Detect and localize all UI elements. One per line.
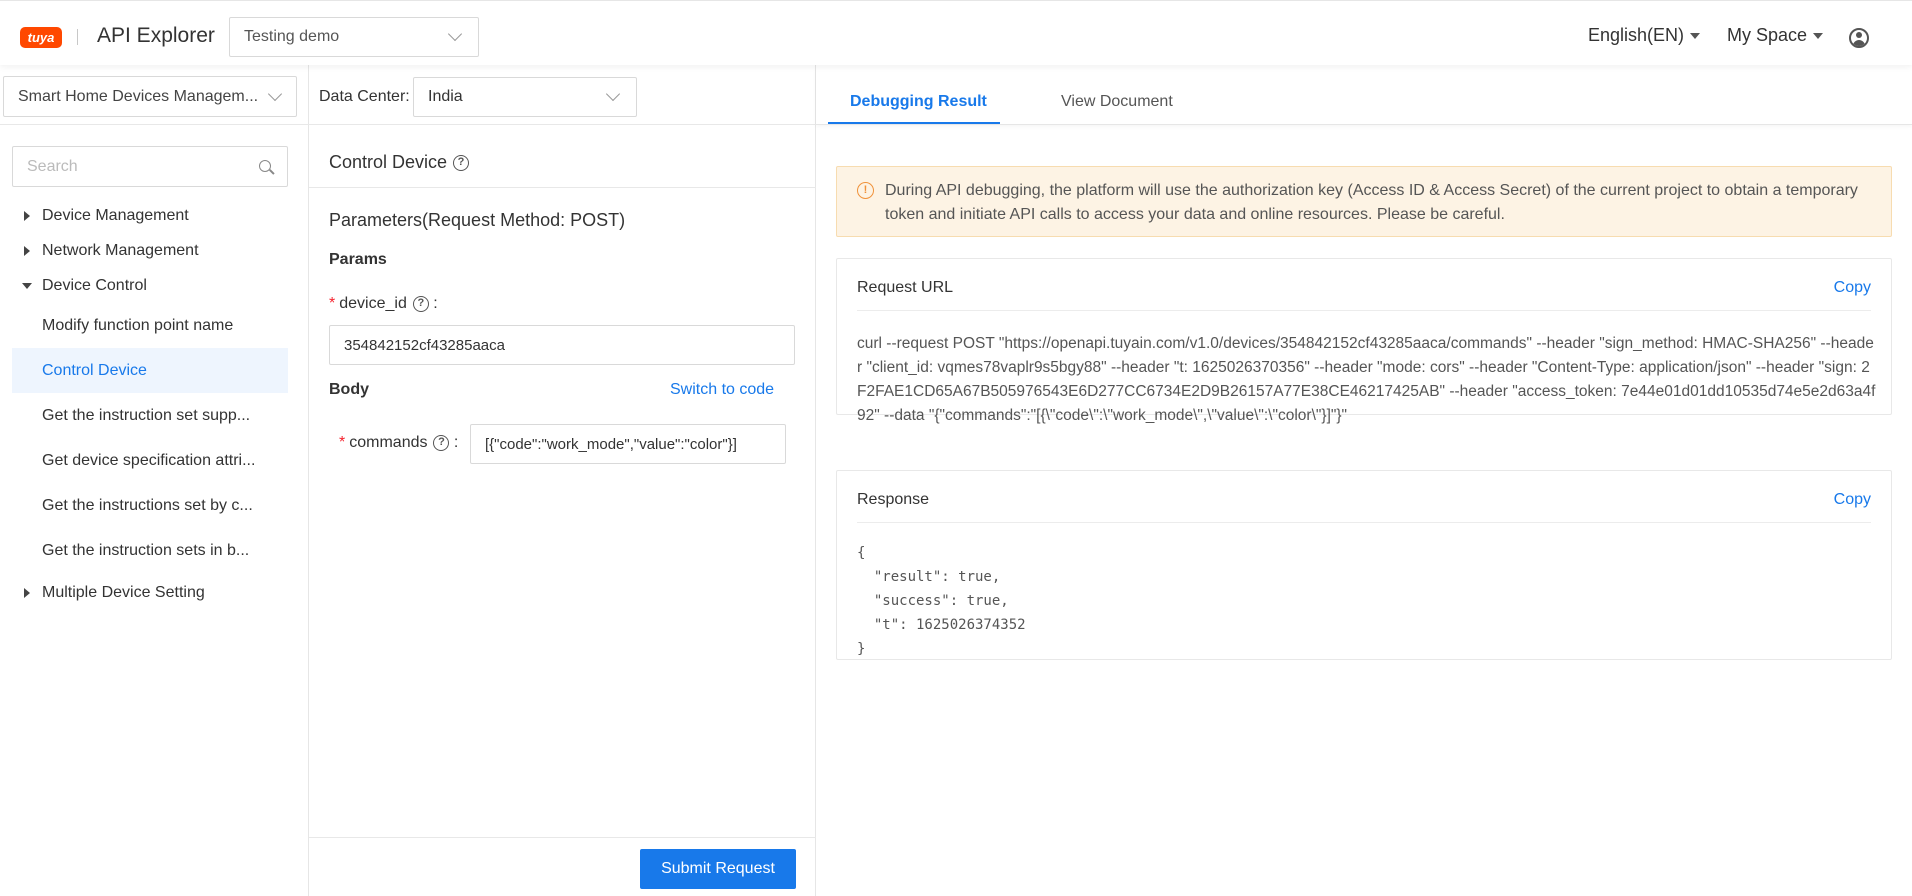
category-select-value: Smart Home Devices Managem... (18, 88, 259, 105)
tree-child-get-device-specification[interactable]: Get device specification attri... (12, 438, 288, 483)
response-body: { "result": true, "success": true, "t": … (857, 545, 1026, 657)
submit-request-button[interactable]: Submit Request (640, 849, 796, 889)
chevron-down-icon (605, 86, 621, 102)
tree-item-multiple-device-setting[interactable]: Multiple Device Setting (0, 575, 309, 610)
help-icon[interactable]: ? (412, 295, 429, 312)
divider (857, 310, 1871, 311)
result-panel: Debugging Result View Document ! During … (816, 65, 1912, 896)
tree-item-device-management[interactable]: Device Management (0, 198, 309, 233)
language-label: English(EN) (1588, 25, 1685, 45)
device-id-label: * device_id? : (329, 295, 438, 312)
space-label: My Space (1727, 25, 1808, 45)
active-tab-indicator (828, 122, 1000, 124)
api-title: Control Device? (329, 152, 470, 173)
tree-child-control-device[interactable]: Control Device (12, 348, 288, 393)
api-sidebar: Smart Home Devices Managem... Device Man… (0, 65, 309, 896)
tree-item-network-management[interactable]: Network Management (0, 233, 309, 268)
data-center-value: India (428, 88, 463, 105)
user-avatar-icon[interactable] (1849, 28, 1869, 48)
commands-input[interactable] (470, 424, 786, 464)
warning-alert: ! During API debugging, the platform wil… (836, 166, 1892, 237)
caret-right-icon (24, 588, 30, 598)
caret-down-icon (1690, 33, 1701, 40)
caret-right-icon (24, 246, 30, 256)
request-url-text: curl --request POST "https://openapi.tuy… (857, 335, 1876, 424)
api-tree: Device Management Network Management Dev… (0, 198, 309, 610)
tree-child-modify-function-point-name[interactable]: Modify function point name (12, 303, 288, 348)
caret-down-icon (1813, 33, 1824, 40)
warning-alert-text: During API debugging, the platform will … (885, 182, 1858, 223)
tab-view-document[interactable]: View Document (1061, 93, 1173, 111)
api-title-text: Control Device (329, 152, 448, 172)
caret-right-icon (24, 211, 30, 221)
switch-to-code-link[interactable]: Switch to code (670, 381, 774, 399)
chevron-down-icon (447, 26, 463, 42)
divider (309, 837, 816, 838)
warning-icon: ! (857, 182, 874, 199)
category-select[interactable]: Smart Home Devices Managem... (3, 76, 297, 117)
response-title: Response (857, 491, 930, 508)
tree-child-get-instruction-set[interactable]: Get the instruction set supp... (12, 393, 288, 438)
app-title: API Explorer (97, 24, 215, 47)
device-id-input[interactable] (329, 325, 795, 365)
request-panel: Data Center: India Control Device? Param… (309, 65, 816, 896)
result-tabs: Debugging Result View Document (816, 65, 1912, 125)
search-box (12, 146, 288, 187)
tree-child-get-instructions-set-by-category[interactable]: Get the instructions set by c... (12, 483, 288, 528)
divider (857, 522, 1871, 523)
logo-divider (77, 29, 78, 45)
device-id-label-text: device_id (339, 295, 407, 312)
commands-label-text: commands (349, 434, 428, 451)
caret-down-icon (22, 283, 32, 289)
data-center-select[interactable]: India (413, 77, 637, 117)
language-menu[interactable]: English(EN) (1588, 25, 1701, 46)
top-bar: tuya API Explorer Testing demo English(E… (0, 0, 1912, 65)
tree-item-label: Device Management (42, 207, 189, 224)
tab-debugging-result[interactable]: Debugging Result (850, 93, 987, 111)
tree-item-label: Network Management (42, 242, 199, 259)
copy-response-button[interactable]: Copy (1834, 491, 1871, 509)
tree-item-device-control[interactable]: Device Control (0, 268, 309, 303)
request-url-card: Request URL Copy curl --request POST "ht… (836, 258, 1892, 424)
params-title: Parameters(Request Method: POST) (329, 210, 626, 230)
help-icon[interactable]: ? (433, 434, 450, 451)
tree-item-label: Multiple Device Setting (42, 584, 205, 601)
search-input[interactable] (27, 147, 247, 186)
tuya-logo[interactable]: tuya (20, 27, 62, 48)
response-card: Response Copy { "result": true, "success… (836, 470, 1892, 660)
divider (0, 124, 309, 125)
tree-item-label: Device Control (42, 277, 147, 294)
request-url-title: Request URL (857, 279, 954, 296)
body-section-label: Body (329, 381, 369, 398)
params-section-label: Params (329, 251, 387, 268)
divider (309, 124, 816, 125)
project-select[interactable]: Testing demo (229, 17, 479, 57)
chevron-down-icon (267, 86, 283, 102)
required-marker: * (339, 434, 346, 451)
commands-label: * commands? : (339, 434, 459, 451)
space-menu[interactable]: My Space (1727, 25, 1824, 46)
search-icon[interactable] (259, 160, 271, 172)
help-icon[interactable]: ? (453, 155, 470, 172)
data-center-label: Data Center: (319, 88, 410, 105)
tree-child-get-instruction-sets-in-batch[interactable]: Get the instruction sets in b... (12, 528, 288, 573)
copy-request-url-button[interactable]: Copy (1834, 279, 1871, 297)
divider (309, 187, 816, 188)
required-marker: * (329, 295, 336, 312)
project-select-value: Testing demo (244, 28, 340, 45)
